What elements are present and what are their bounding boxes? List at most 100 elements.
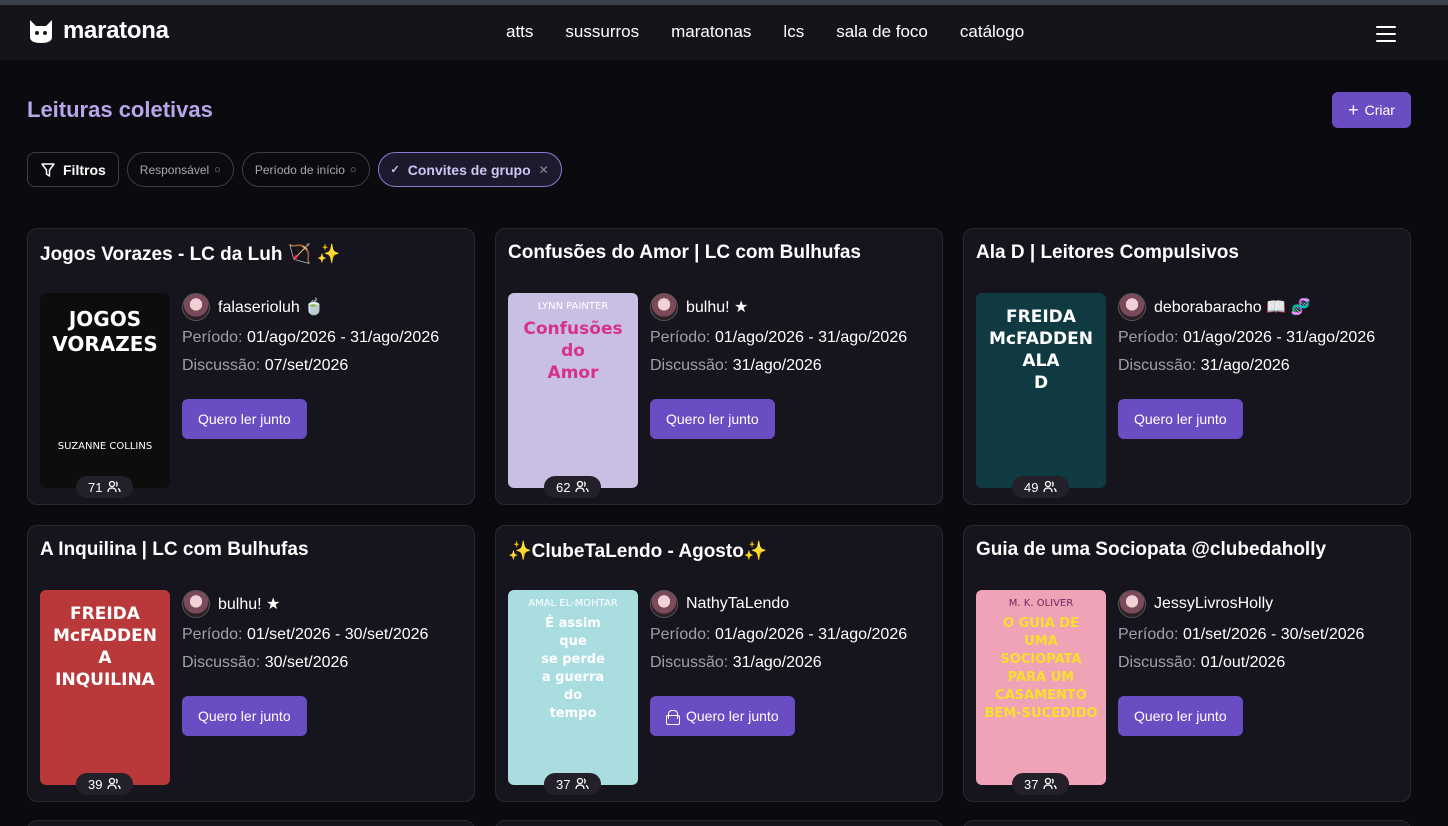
host-username: deborabaracho 📖 🧬 xyxy=(1154,299,1311,316)
cover-title-line: INQUILINA xyxy=(55,670,155,690)
book-cover[interactable]: Confusões do Amor LYNN PAINTER xyxy=(508,293,638,488)
cover-title-line: VORAZES xyxy=(52,332,158,356)
period-line: Período: 01/ago/2026 - 31/ago/2026 xyxy=(182,329,439,347)
period-label: Período: xyxy=(182,626,243,643)
join-button[interactable]: Quero ler junto xyxy=(650,696,795,736)
lc-card[interactable]: Ala D | Leitores Compulsivos FREIDA McFAD… xyxy=(963,228,1411,505)
book-cover[interactable]: FREIDA McFADDEN ALA D xyxy=(976,293,1106,488)
lc-card[interactable]: Jogos Vorazes - LC da Luh 🏹 ✨ JOGOS VORAZ… xyxy=(27,228,475,505)
discussion-label: Discussão: xyxy=(650,357,729,374)
card-title[interactable]: Guia de uma Sociopata @clubedaholly xyxy=(976,539,1326,561)
card-stub xyxy=(963,820,1411,826)
cover-title-line: FREIDA xyxy=(1006,307,1076,327)
period-value: 01/set/2026 - 30/set/2026 xyxy=(246,626,429,643)
host-username: bulhu! ★ xyxy=(218,596,281,613)
top-nav: maratona atts sussurros maratonas lcs sa… xyxy=(0,5,1448,60)
create-label: Criar xyxy=(1364,102,1395,118)
cover-title-line: Confusões xyxy=(523,319,623,339)
discussion-value: 01/out/2026 xyxy=(1200,654,1286,671)
book-cover[interactable]: FREIDA McFADDEN A INQUILINA xyxy=(40,590,170,785)
period-line: Período: 01/set/2026 - 30/set/2026 xyxy=(182,626,428,644)
hamburger-icon[interactable] xyxy=(1376,26,1396,42)
periodo-filter[interactable]: Período de início ○ xyxy=(241,152,370,187)
nav-link-atts[interactable]: atts xyxy=(506,22,533,42)
nav-link-maratonas[interactable]: maratonas xyxy=(671,22,751,42)
lc-card[interactable]: Guia de uma Sociopata @clubedaholly O GU… xyxy=(963,525,1411,802)
host-user[interactable]: JessyLivrosHolly xyxy=(1118,590,1273,618)
cover-title-line: PARA UM xyxy=(1007,670,1075,685)
participants-count: 39 xyxy=(76,773,134,795)
users-icon xyxy=(575,777,590,790)
count-value: 39 xyxy=(88,776,103,792)
funnel-icon xyxy=(41,162,55,177)
card-title[interactable]: Jogos Vorazes - LC da Luh 🏹 ✨ xyxy=(40,242,340,266)
period-line: Período: 01/ago/2026 - 31/ago/2026 xyxy=(650,626,907,644)
participants-count: 37 xyxy=(1012,773,1070,795)
nav-link-catalogo[interactable]: catálogo xyxy=(960,22,1024,42)
nav-link-sala-de-foco[interactable]: sala de foco xyxy=(836,22,928,42)
card-title[interactable]: ✨ClubeTaLendo - Agosto✨ xyxy=(508,539,767,563)
nav-link-lcs[interactable]: lcs xyxy=(783,22,804,42)
nav-link-sussurros[interactable]: sussurros xyxy=(565,22,639,42)
period-label: Período: xyxy=(182,329,243,346)
responsavel-label: Responsável xyxy=(139,162,210,177)
cover-title-line: do xyxy=(563,688,583,703)
book-cover[interactable]: O GUIA DE UMA SOCIOPATA PARA UM CASAMENTO BEM… xyxy=(976,590,1106,785)
discussion-value: 31/ago/2026 xyxy=(732,357,822,374)
join-button[interactable]: Quero ler junto xyxy=(182,399,307,439)
host-user[interactable]: bulhu! ★ xyxy=(650,293,748,321)
convites-filter[interactable]: ✓ Convites de grupo ✕ xyxy=(377,152,562,187)
host-user[interactable]: deborabaracho 📖 🧬 xyxy=(1118,293,1310,321)
period-line: Período: 01/ago/2026 - 31/ago/2026 xyxy=(1118,329,1375,347)
discussion-line: Discussão: 31/ago/2026 xyxy=(650,357,822,375)
filter-bar: Filtros Responsável ○ Período de início … xyxy=(27,152,562,187)
cover-author: AMAL EL-MOHTAR xyxy=(528,598,618,609)
host-user[interactable]: falaserioluh 🍵 xyxy=(182,293,324,321)
join-label: Quero ler junto xyxy=(1134,708,1227,724)
avatar xyxy=(650,293,678,321)
discussion-label: Discussão: xyxy=(182,654,261,671)
card-title[interactable]: Ala D | Leitores Compulsivos xyxy=(976,242,1239,264)
search-icon: ○ xyxy=(214,163,221,176)
avatar xyxy=(1118,590,1146,618)
discussion-label: Discussão: xyxy=(1118,357,1197,374)
host-username: bulhu! ★ xyxy=(686,299,749,316)
count-value: 71 xyxy=(88,479,103,495)
count-value: 37 xyxy=(1024,776,1039,792)
host-username: falaserioluh 🍵 xyxy=(218,299,325,316)
lc-card[interactable]: ✨ClubeTaLendo - Agosto✨ É assim que se per… xyxy=(495,525,943,802)
count-value: 49 xyxy=(1024,479,1039,495)
join-button[interactable]: Quero ler junto xyxy=(650,399,775,439)
join-button[interactable]: Quero ler junto xyxy=(1118,696,1243,736)
discussion-label: Discussão: xyxy=(1118,654,1197,671)
cover-title-line: tempo xyxy=(549,706,597,721)
filters-button[interactable]: Filtros xyxy=(27,152,119,187)
book-cover[interactable]: É assim que se perde a guerra do tempo AMAL EL… xyxy=(508,590,638,785)
period-label: Período: xyxy=(650,329,711,346)
join-button[interactable]: Quero ler junto xyxy=(182,696,307,736)
book-cover[interactable]: JOGOS VORAZES SUZANNE COLLINS xyxy=(40,293,170,488)
create-button[interactable]: + Criar xyxy=(1332,92,1411,128)
lc-card[interactable]: Confusões do Amor | LC com Bulhufas Conf… xyxy=(495,228,943,505)
card-title[interactable]: A Inquilina | LC com Bulhufas xyxy=(40,539,309,561)
join-label: Quero ler junto xyxy=(686,708,779,724)
discussion-line: Discussão: 31/ago/2026 xyxy=(650,654,822,672)
nav-links: atts sussurros maratonas lcs sala de foc… xyxy=(506,22,1056,42)
page-title: Leituras coletivas xyxy=(27,97,213,122)
lc-card[interactable]: A Inquilina | LC com Bulhufas FREIDA McFA… xyxy=(27,525,475,802)
discussion-value: 30/set/2026 xyxy=(264,654,349,671)
brand-name: maratona xyxy=(63,17,169,44)
brand[interactable]: maratona xyxy=(27,17,169,45)
cover-title-line: JOGOS xyxy=(68,307,142,331)
cover-title-line: UMA xyxy=(1024,634,1058,649)
host-user[interactable]: NathyTaLendo xyxy=(650,590,789,618)
join-label: Quero ler junto xyxy=(198,411,291,427)
cover-title-line: McFADDEN xyxy=(989,329,1093,349)
close-icon[interactable]: ✕ xyxy=(539,163,549,177)
responsavel-filter[interactable]: Responsável ○ xyxy=(126,152,234,187)
cover-title-line: que xyxy=(559,634,587,649)
card-title[interactable]: Confusões do Amor | LC com Bulhufas xyxy=(508,242,861,264)
cover-title-line: McFADDEN xyxy=(53,626,157,646)
host-user[interactable]: bulhu! ★ xyxy=(182,590,280,618)
join-button[interactable]: Quero ler junto xyxy=(1118,399,1243,439)
